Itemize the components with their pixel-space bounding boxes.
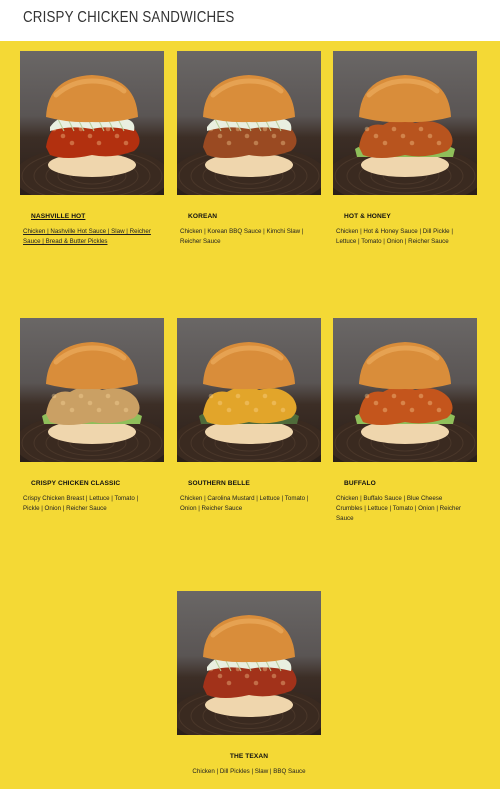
chicken-patty <box>46 386 140 425</box>
menu-card-southern-belle: SOUTHERN BELLE Chicken | Carolina Mustar… <box>177 318 321 514</box>
sandwich-illustration <box>333 75 477 195</box>
item-name: CRISPY CHICKEN CLASSIC <box>31 480 121 487</box>
item-name: BUFFALO <box>344 480 376 487</box>
chicken-patty <box>203 386 297 425</box>
item-name[interactable]: NASHVILLE HOT <box>31 213 164 220</box>
page-header: CRISPY CHICKEN SANDWICHES <box>0 0 500 41</box>
item-description: Crispy Chicken Breast | Lettuce | Tomato… <box>23 495 139 512</box>
item-description: Chicken | Hot & Honey Sauce | Dill Pickl… <box>336 228 453 245</box>
item-description: Chicken | Dill Pickles | Slaw | BBQ Sauc… <box>192 768 306 775</box>
item-name: SOUTHERN BELLE <box>188 480 250 487</box>
sandwich-photo[interactable] <box>20 51 164 195</box>
item-description: Chicken | Carolina Mustard | Lettuce | T… <box>180 495 309 512</box>
sandwich-photo <box>333 318 477 462</box>
menu-card-nashville-hot[interactable]: NASHVILLE HOT Chicken | Nashville Hot Sa… <box>20 51 164 247</box>
chicken-patty <box>359 119 453 158</box>
sandwich-illustration <box>20 75 164 195</box>
sandwich-photo <box>177 318 321 462</box>
page-title: CRISPY CHICKEN SANDWICHES <box>23 9 235 26</box>
sandwich-photo <box>333 51 477 195</box>
menu-card-hot-honey: HOT & HONEY Chicken | Hot & Honey Sauce … <box>333 51 477 247</box>
sandwich-illustration <box>177 615 321 735</box>
menu-card-buffalo: BUFFALO Chicken | Buffalo Sauce | Blue C… <box>333 318 477 524</box>
menu-card-the-texan: THE TEXAN Chicken | Dill Pickles | Slaw … <box>177 591 321 777</box>
sandwich-photo <box>177 591 321 735</box>
sandwich-photo <box>177 51 321 195</box>
menu-card-korean: KOREAN Chicken | Korean BBQ Sauce | Kimc… <box>177 51 321 247</box>
item-description: Chicken | Buffalo Sauce | Blue Cheese Cr… <box>336 495 461 522</box>
sandwich-illustration <box>177 75 321 195</box>
item-name: HOT & HONEY <box>344 213 391 220</box>
sandwich-illustration <box>177 342 321 462</box>
sandwich-illustration <box>333 342 477 462</box>
sandwich-illustration <box>20 342 164 462</box>
chicken-patty <box>359 386 453 425</box>
item-description: Chicken | Korean BBQ Sauce | Kimchi Slaw… <box>180 228 304 245</box>
sandwich-photo <box>20 318 164 462</box>
item-name: THE TEXAN <box>229 753 269 760</box>
menu-card-crispy-chicken-classic: CRISPY CHICKEN CLASSIC Crispy Chicken Br… <box>20 318 164 514</box>
item-description[interactable]: Chicken | Nashville Hot Sauce | Slaw | R… <box>23 227 153 247</box>
item-name: KOREAN <box>188 213 218 220</box>
